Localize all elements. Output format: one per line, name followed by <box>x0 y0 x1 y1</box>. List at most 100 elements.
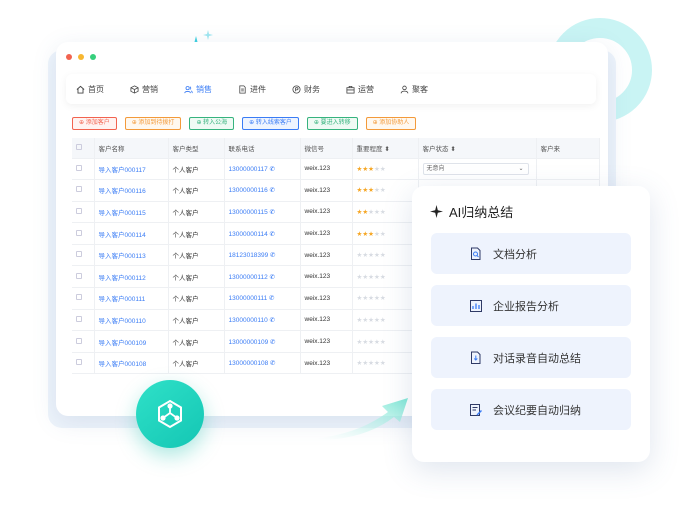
row-checkbox[interactable] <box>76 337 82 344</box>
ai-item-meeting-notes[interactable]: 会议纪要自动归纳 <box>431 389 631 430</box>
row-select-cell <box>72 158 95 181</box>
header-importance[interactable]: 重要程度 ⬍ <box>352 138 419 159</box>
customer-type-cell: 个人客户 <box>168 244 225 267</box>
customer-type-cell: 个人客户 <box>168 179 225 202</box>
header-phone[interactable]: 联系电话 <box>224 138 301 159</box>
minimize-dot[interactable] <box>78 54 84 60</box>
phone-cell[interactable]: 13000000110 ✆ <box>224 309 301 332</box>
row-select-cell <box>72 330 95 353</box>
table-row[interactable]: 导入客户000117 个人客户 13000000117 ✆ weix.123 ★★★★★… <box>72 158 600 181</box>
phone-cell[interactable]: 13000000114 ✆ <box>224 222 301 245</box>
customer-name-link[interactable]: 导入客户000116 <box>94 179 169 202</box>
star-icon[interactable]: ★ <box>380 252 386 259</box>
action-button-label: 添加到待拨打 <box>138 120 175 126</box>
nav-item-label: 财务 <box>304 84 320 94</box>
row-checkbox[interactable] <box>76 359 82 366</box>
action-button-4[interactable]: ⊕ 要进入转移 <box>306 117 358 130</box>
maximize-dot[interactable] <box>90 54 96 60</box>
phone-cell[interactable]: 13000000109 ✆ <box>224 330 301 353</box>
nav-item-home[interactable]: 首页 <box>76 84 104 95</box>
select-all-checkbox[interactable] <box>76 143 82 150</box>
action-button-0[interactable]: ⊕ 添加客户 <box>72 117 117 130</box>
customer-type-cell: 个人客户 <box>168 158 225 181</box>
wechat-cell: weix.123 <box>300 179 353 202</box>
action-button-3[interactable]: ⊕ 转入线索客户 <box>242 117 299 130</box>
phone-icon: ✆ <box>270 338 276 346</box>
nav-item-finance[interactable]: 财务 <box>292 84 320 95</box>
phone-cell[interactable]: 18123018399 ✆ <box>224 244 301 267</box>
phone-cell[interactable]: 13000000115 ✆ <box>224 201 301 224</box>
action-button-label: 添加协助人 <box>379 120 410 126</box>
star-icon[interactable]: ★ <box>380 317 386 324</box>
star-icon[interactable]: ★ <box>380 295 386 302</box>
ai-item-call-recording-summary[interactable]: 对话录音自动总结 <box>431 337 631 378</box>
phone-cell[interactable]: 13000000111 ✆ <box>224 287 301 310</box>
customer-name-link[interactable]: 导入客户000114 <box>94 222 169 245</box>
action-button-2[interactable]: ⊕ 转入公海 <box>189 117 235 130</box>
phone-cell[interactable]: 13000000108 ✆ <box>224 352 301 375</box>
phone-cell[interactable]: 13000000112 ✆ <box>224 265 301 289</box>
phone-icon: ✆ <box>269 295 275 303</box>
header-status[interactable]: 客户状态 ⬍ <box>418 138 537 159</box>
row-checkbox[interactable] <box>76 294 82 301</box>
row-checkbox[interactable] <box>76 207 82 214</box>
header-wechat[interactable]: 微信号 <box>300 138 353 159</box>
ai-item-label: 文档分析 <box>493 248 537 261</box>
action-button-5[interactable]: ⊕ 添加协助人 <box>365 117 417 130</box>
ai-panel-title-text: AI归纳总结 <box>449 205 514 220</box>
customer-type-cell: 个人客户 <box>168 330 225 353</box>
star-icon[interactable]: ★ <box>380 166 386 173</box>
row-checkbox[interactable] <box>76 229 82 236</box>
star-icon[interactable]: ★ <box>380 209 386 216</box>
customer-name-link[interactable]: 导入客户000117 <box>94 158 169 181</box>
row-select-cell <box>72 287 95 310</box>
star-icon[interactable]: ★ <box>380 274 386 281</box>
header-customer-name[interactable]: 客户名称 <box>94 138 169 159</box>
star-icon[interactable]: ★ <box>380 360 386 367</box>
nav-item-operations[interactable]: 运营 <box>346 84 374 95</box>
action-button-label: 转入公海 <box>203 120 228 126</box>
ai-item-document-analysis[interactable]: 文档分析 <box>431 233 631 274</box>
customer-name-link[interactable]: 导入客户000110 <box>94 309 169 332</box>
row-checkbox[interactable] <box>76 315 82 322</box>
row-checkbox[interactable] <box>76 164 82 171</box>
star-icon[interactable]: ★ <box>380 339 386 346</box>
ai-item-enterprise-report[interactable]: 企业报告分析 <box>431 285 631 326</box>
phone-cell[interactable]: 13000000116 ✆ <box>224 179 301 202</box>
row-checkbox[interactable] <box>76 251 82 258</box>
status-cell: 无意向 ⌄ <box>418 158 537 181</box>
close-dot[interactable] <box>66 54 72 60</box>
row-checkbox[interactable] <box>76 272 82 279</box>
nav-item-intake[interactable]: 进件 <box>238 84 266 95</box>
customer-name-link[interactable]: 导入客户000108 <box>94 352 169 375</box>
status-select[interactable]: 无意向 ⌄ <box>422 162 529 175</box>
nav-item-marketing[interactable]: 营销 <box>130 84 158 95</box>
app-logo <box>136 380 204 448</box>
nav-item-label: 聚客 <box>412 84 428 94</box>
customer-name-link[interactable]: 导入客户000109 <box>94 330 169 353</box>
customer-name-link[interactable]: 导入客户000113 <box>94 244 169 267</box>
nav-item-customers[interactable]: 聚客 <box>400 84 428 95</box>
source-cell <box>536 158 600 181</box>
home-icon <box>76 85 85 94</box>
customer-type-cell: 个人客户 <box>168 222 225 245</box>
wechat-cell: weix.123 <box>300 244 353 267</box>
customer-name-link[interactable]: 导入客户000111 <box>94 287 169 310</box>
header-customer-type[interactable]: 客户类型 <box>168 138 225 159</box>
table-header-row: 客户名称 客户类型 联系电话 微信号 重要程度 ⬍ 客户状态 ⬍ 客户来 <box>72 138 600 159</box>
arrow-decoration <box>318 398 408 440</box>
row-checkbox[interactable] <box>76 186 82 193</box>
star-icon[interactable]: ★ <box>380 187 386 194</box>
phone-cell[interactable]: 13000000117 ✆ <box>224 158 301 181</box>
action-button-1[interactable]: ⊕ 添加到待拨打 <box>124 117 182 130</box>
customer-name-link[interactable]: 导入客户000115 <box>94 201 169 224</box>
star-icon[interactable]: ★ <box>380 231 386 238</box>
network-hexagon-icon <box>158 399 182 429</box>
ai-panel-title: AI归纳总结 <box>430 202 513 221</box>
importance-rating: ★★★★★ <box>352 352 419 375</box>
customer-name-link[interactable]: 导入客户000112 <box>94 265 169 289</box>
phone-icon: ✆ <box>270 360 276 368</box>
header-source[interactable]: 客户来 <box>536 138 600 159</box>
nav-item-sales[interactable]: 销售 <box>184 84 212 95</box>
wechat-cell: weix.123 <box>300 265 353 289</box>
